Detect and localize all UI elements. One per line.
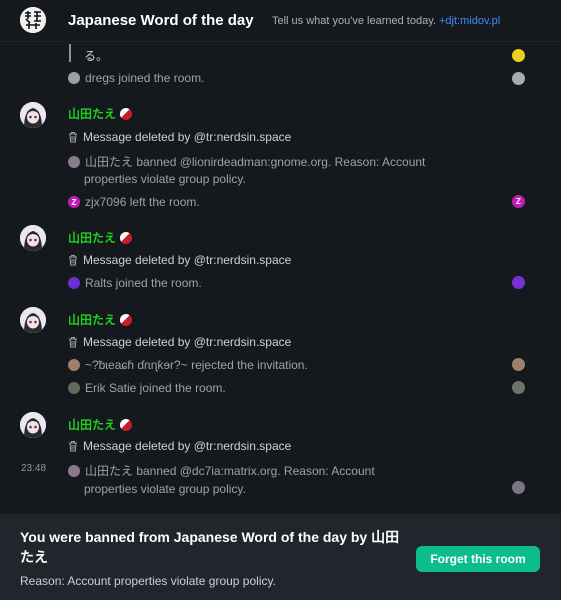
sender-name-text: 山田たえ [68, 107, 117, 121]
membership-event: Ralts joined the room. [68, 276, 202, 290]
event-text: zjx7096 left the room. [85, 195, 200, 209]
membership-event: dregs joined the room. [68, 71, 204, 85]
sender-name[interactable]: 山田たえ [68, 105, 133, 122]
read-receipt-avatar[interactable] [512, 481, 525, 494]
ban-event-text: 山田たえ banned @lionirdeadman:gnome.org. Re… [85, 155, 426, 169]
quote-bar [69, 44, 71, 62]
trash-icon [69, 337, 77, 348]
anime-avatar-icon [20, 102, 46, 128]
event-text: ~?ƀɩeaɕɦ ɗɾɩɳƙɘr?~ rejected the invitati… [85, 358, 308, 372]
sender-name[interactable]: 山田たえ [68, 311, 133, 328]
sender-name[interactable]: 山田たえ [68, 416, 133, 433]
ban-notice-reason: Reason: Account properties violate group… [20, 574, 276, 588]
flair-icon [120, 313, 133, 326]
membership-event: ~?ƀɩeaɕɦ ɗɾɩɳƙɘr?~ rejected the invitati… [68, 358, 308, 372]
trash-icon [69, 132, 77, 143]
sender-avatar[interactable] [20, 102, 46, 128]
membership-event: Z zjx7096 left the room. [68, 195, 200, 209]
sender-name-text: 山田たえ [68, 231, 117, 245]
user-avatar-icon[interactable] [68, 382, 80, 394]
deleted-message: Message deleted by @tr:nerdsin.space [68, 253, 291, 267]
trash-icon [69, 441, 77, 452]
room-avatar[interactable] [20, 7, 46, 33]
timeline[interactable]: る。 dregs joined the room. 山田たえ Message d… [0, 42, 561, 514]
deleted-message: Message deleted by @tr:nerdsin.space [68, 335, 291, 349]
quote-text-content: る。 [84, 49, 109, 63]
ban-event: 山田たえ banned @dc7ia:matrix.org. Reason: A… [68, 462, 375, 479]
ban-notice-title: You were banned from Japanese Word of th… [20, 529, 400, 565]
sender-avatar[interactable] [20, 225, 46, 251]
user-avatar-icon[interactable] [68, 72, 80, 84]
ban-event: 山田たえ banned @lionirdeadman:gnome.org. Re… [68, 153, 425, 170]
flair-icon [120, 418, 133, 431]
deleted-message-text: Message deleted by @tr:nerdsin.space [83, 253, 292, 267]
sender-avatar[interactable] [20, 307, 46, 333]
read-receipt-avatar[interactable] [512, 72, 525, 85]
flair-icon [120, 107, 133, 120]
user-avatar-icon[interactable] [68, 359, 80, 371]
anime-avatar-icon [20, 225, 46, 251]
read-receipt-avatar[interactable] [512, 358, 525, 371]
room-topic-text: Tell us what you've learned today. [272, 15, 436, 27]
deleted-message-text: Message deleted by @tr:nerdsin.space [83, 439, 292, 453]
flair-icon [120, 231, 133, 244]
event-text: Ralts joined the room. [85, 276, 202, 290]
room-topic-link[interactable]: +djt:midov.pl [439, 15, 500, 27]
quote-text: る。 [84, 47, 108, 64]
deleted-message: Message deleted by @tr:nerdsin.space [68, 130, 291, 144]
kanji-logo-icon [20, 7, 46, 33]
user-avatar-icon[interactable] [68, 155, 80, 168]
event-text: Erik Satie joined the room. [85, 381, 226, 395]
ban-event-text-continued: properties violate group policy. [84, 482, 246, 496]
sender-name-text: 山田たえ [68, 418, 117, 432]
event-text: dregs joined the room. [85, 71, 205, 85]
room-topic[interactable]: Tell us what you've learned today. +djt:… [272, 15, 500, 27]
read-receipt-avatar[interactable] [512, 381, 525, 394]
deleted-message-text: Message deleted by @tr:nerdsin.space [83, 335, 292, 349]
trash-icon [69, 255, 77, 266]
read-receipt-avatar[interactable]: Z [512, 195, 525, 208]
ban-notice-panel: You were banned from Japanese Word of th… [0, 514, 561, 600]
user-avatar-icon[interactable]: Z [68, 196, 80, 208]
ban-event-text-continued: properties violate group policy. [84, 172, 246, 186]
deleted-message-text: Message deleted by @tr:nerdsin.space [83, 130, 292, 144]
ban-event-text: 山田たえ banned @dc7ia:matrix.org. Reason: A… [85, 464, 375, 478]
sender-name[interactable]: 山田たえ [68, 229, 133, 246]
sender-name-text: 山田たえ [68, 313, 117, 327]
forget-room-button[interactable]: Forget this room [416, 546, 540, 572]
anime-avatar-icon [20, 307, 46, 333]
deleted-message: Message deleted by @tr:nerdsin.space [68, 439, 291, 453]
user-avatar-icon[interactable] [68, 277, 80, 289]
sender-avatar[interactable] [20, 412, 46, 438]
user-avatar-icon[interactable] [68, 464, 80, 477]
message-timestamp[interactable]: 23:48 [21, 463, 46, 474]
membership-event: Erik Satie joined the room. [68, 381, 226, 395]
anime-avatar-icon [20, 412, 46, 438]
room-title[interactable]: Japanese Word of the day [68, 12, 254, 29]
read-receipt-avatar[interactable] [512, 276, 525, 289]
room-header: Japanese Word of the day Tell us what yo… [0, 0, 561, 42]
read-receipt-avatar[interactable] [512, 49, 525, 62]
